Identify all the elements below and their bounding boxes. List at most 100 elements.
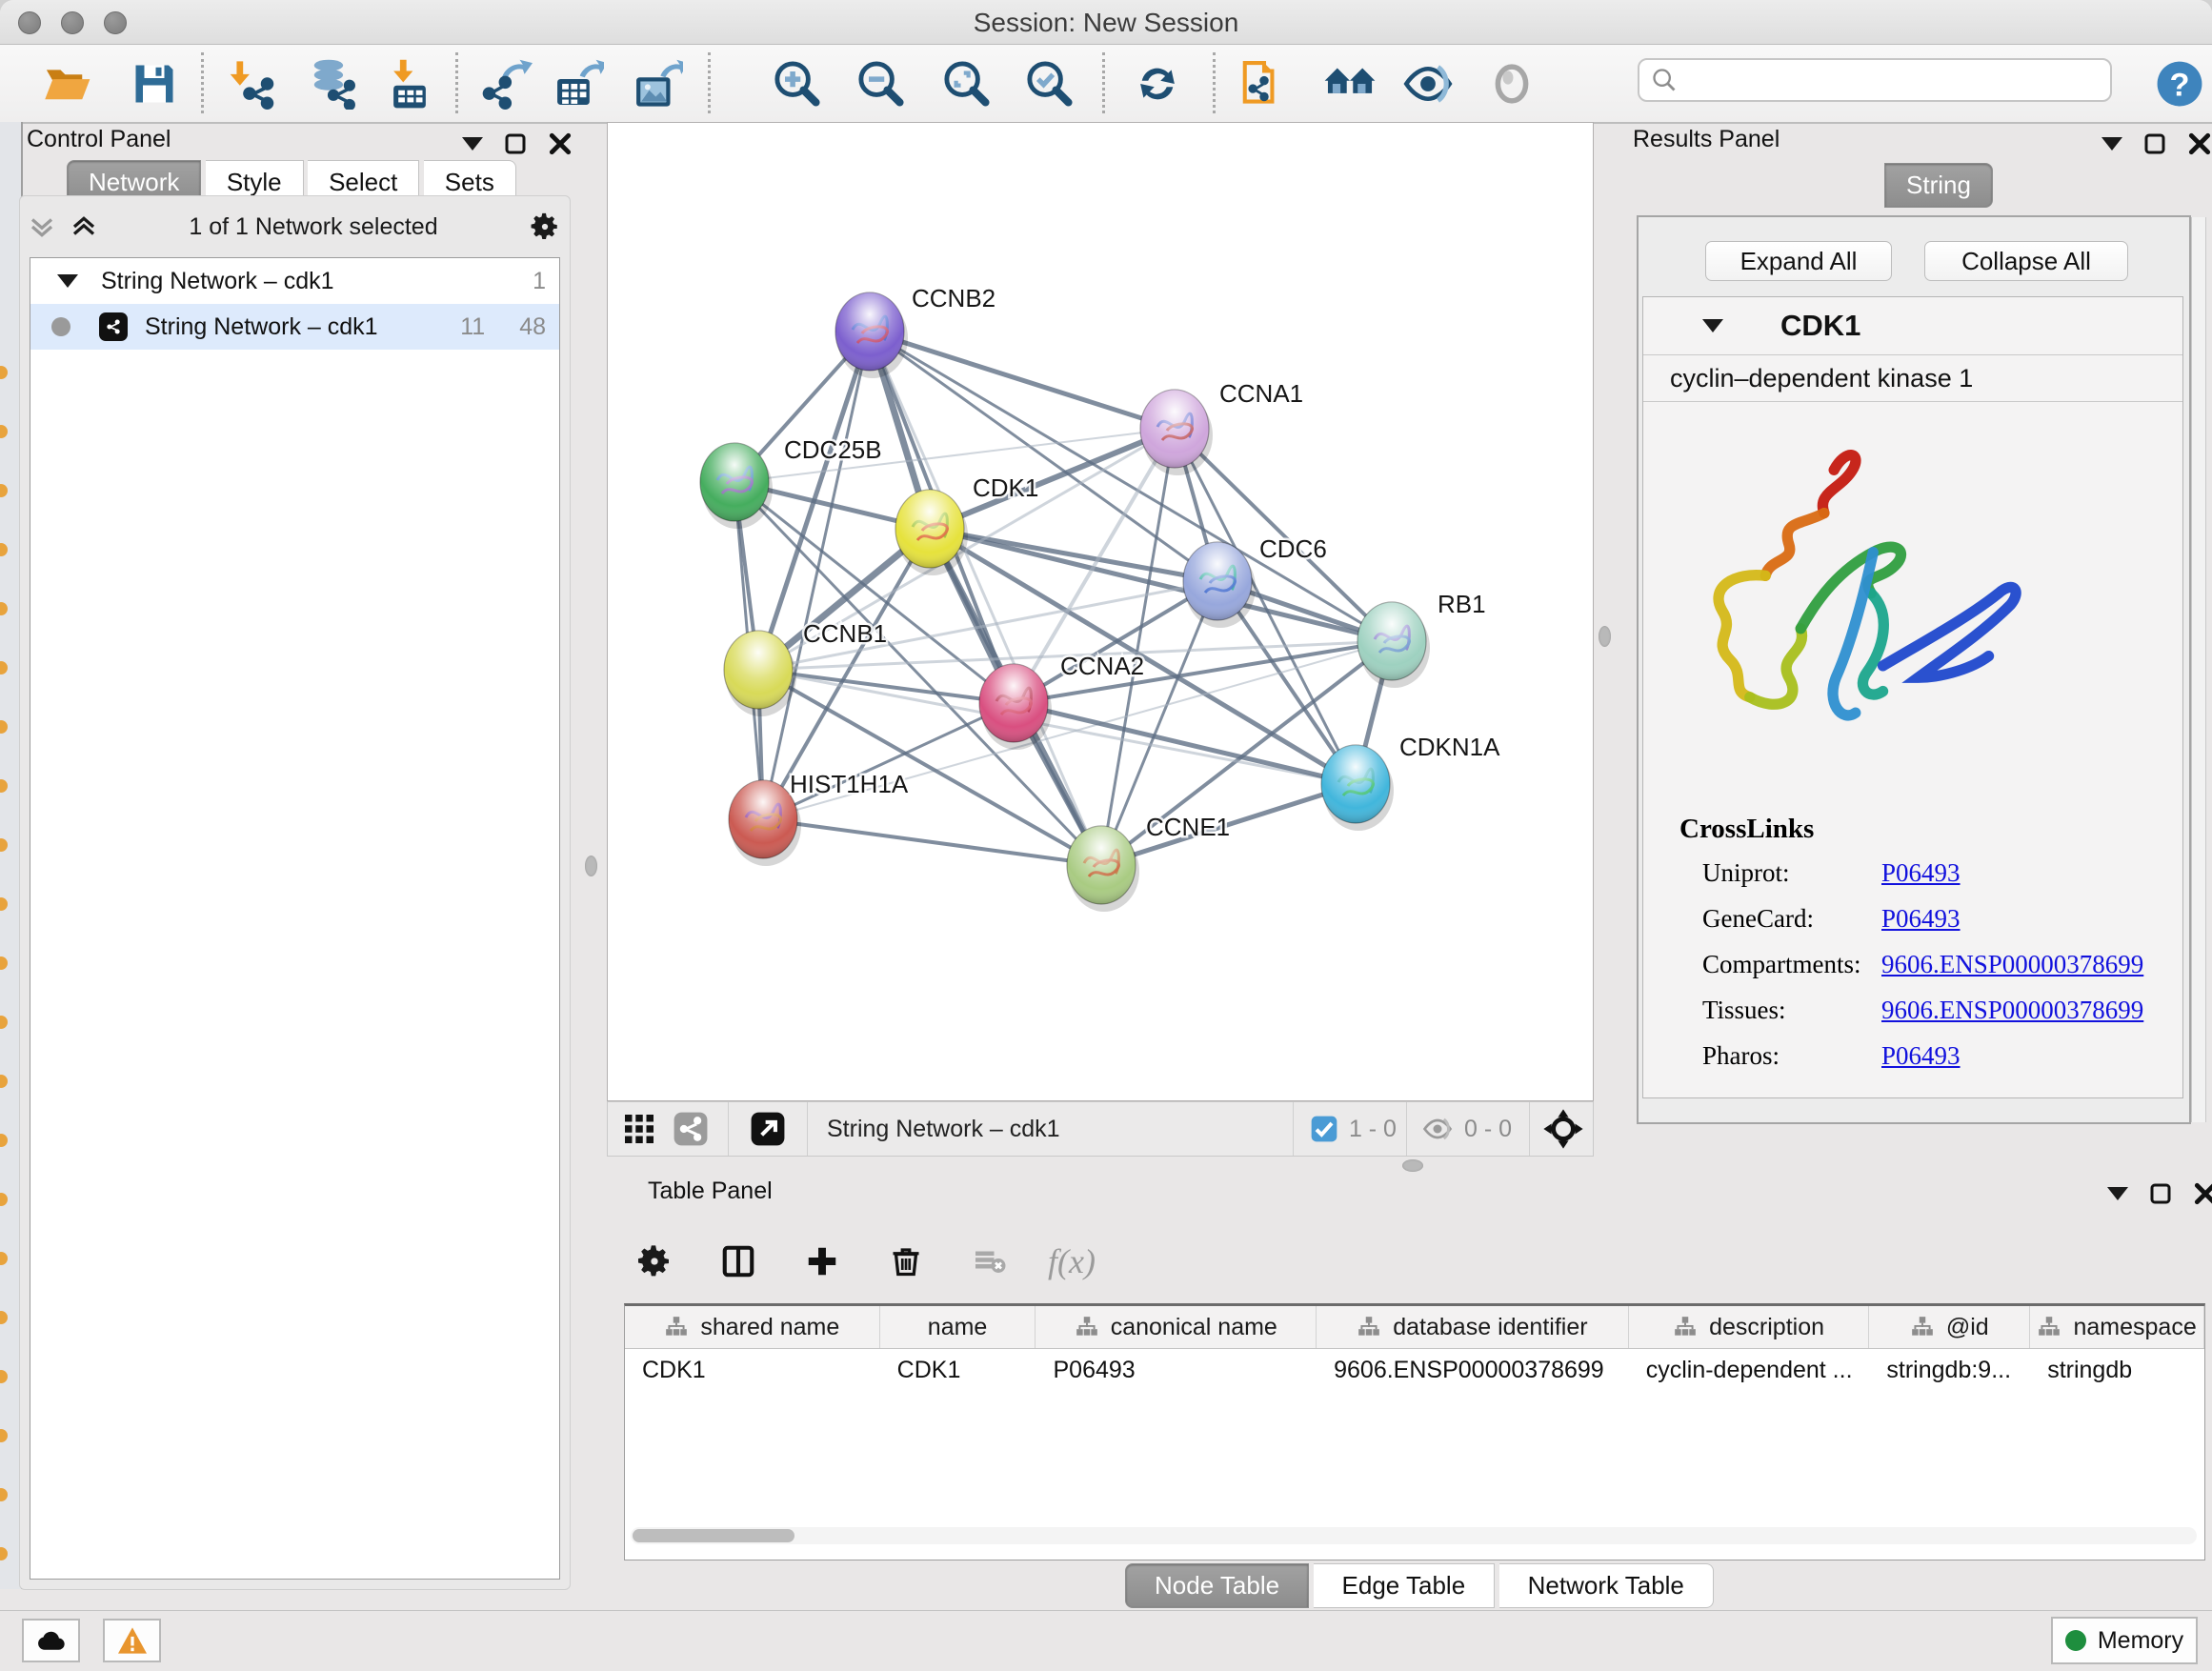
tab-node-table[interactable]: Node Table <box>1125 1563 1309 1608</box>
open-file-button[interactable] <box>39 56 94 111</box>
network-node-CDKN1A[interactable] <box>1321 745 1394 831</box>
search-input[interactable] <box>1678 66 2091 94</box>
splitter-handle[interactable] <box>1402 1159 1423 1172</box>
export-table-button[interactable] <box>551 56 606 111</box>
results-panel-controls <box>2101 131 2212 156</box>
open-in-external-button[interactable] <box>742 1103 794 1155</box>
docked-app-dot <box>0 1252 8 1265</box>
collapse-all-networks-icon[interactable] <box>28 212 56 241</box>
cloud-status-button[interactable] <box>22 1619 80 1662</box>
network-node-CDK1[interactable] <box>895 490 968 575</box>
column-header-description[interactable]: description <box>1629 1306 1870 1348</box>
expand-all-networks-icon[interactable] <box>70 212 98 241</box>
collapse-gene-icon[interactable] <box>1702 319 1723 332</box>
add-column-button[interactable] <box>796 1236 848 1287</box>
memory-label: Memory <box>2098 1627 2183 1655</box>
docked-app-dot <box>0 956 8 970</box>
crosslink-link[interactable]: P06493 <box>1881 1041 1961 1071</box>
help-button[interactable]: ? <box>2152 56 2207 111</box>
crosslink-link[interactable]: 9606.ENSP00000378699 <box>1881 950 2143 979</box>
docked-app-dot <box>0 1370 8 1383</box>
export-network-button[interactable] <box>479 56 534 111</box>
column-header-database-identifier[interactable]: database identifier <box>1317 1306 1629 1348</box>
column-header--id[interactable]: @id <box>1869 1306 2030 1348</box>
network-node-CCNA2[interactable] <box>979 664 1052 750</box>
node-label-CDC25B: CDC25B <box>784 435 882 464</box>
crosslink-link[interactable]: P06493 <box>1881 904 1961 934</box>
toolbar-separator <box>708 52 711 113</box>
show-all-button[interactable] <box>1484 56 1539 111</box>
network-node-RB1[interactable] <box>1357 602 1430 688</box>
panel-menu-icon[interactable] <box>2101 137 2122 151</box>
column-network-icon <box>1075 1315 1099 1339</box>
birdseye-grid-button[interactable] <box>613 1103 665 1155</box>
results-scrollbar[interactable] <box>2191 217 2206 1122</box>
network-view-canvas[interactable]: CCNB2CCNA1CDC25BCDK1CDC6RB1CCNB1CCNA2CDK… <box>607 122 1594 1101</box>
network-collection-row[interactable]: String Network – cdk1 1 <box>30 258 559 304</box>
clipboard-share-button[interactable] <box>1237 56 1292 111</box>
toolbar-separator <box>455 52 458 113</box>
protein-structure-container <box>1643 402 2182 814</box>
panel-menu-icon[interactable] <box>2107 1187 2128 1200</box>
warnings-button[interactable] <box>103 1619 161 1662</box>
network-edge-CCNB1-CCNA2 <box>758 670 1014 703</box>
panel-menu-icon[interactable] <box>462 137 483 151</box>
float-panel-icon[interactable] <box>2143 132 2166 155</box>
table-cell: cyclin-dependent ... <box>1629 1349 1870 1391</box>
zoom-out-button[interactable] <box>854 56 909 111</box>
export-image-button[interactable] <box>630 56 685 111</box>
splitter-handle[interactable] <box>1599 626 1611 647</box>
column-header-label: description <box>1709 1314 1824 1341</box>
import-network-button[interactable] <box>227 56 282 111</box>
splitter-handle[interactable] <box>585 856 597 876</box>
collapse-all-button[interactable]: Collapse All <box>1924 241 2128 281</box>
gene-header[interactable]: CDK1 <box>1643 297 2182 355</box>
crosslink-link[interactable]: 9606.ENSP00000378699 <box>1881 996 2143 1025</box>
import-database-button[interactable] <box>306 56 361 111</box>
tab-network-table[interactable]: Network Table <box>1499 1563 1714 1608</box>
column-header-canonical-name[interactable]: canonical name <box>1036 1306 1317 1348</box>
table-horizontal-scrollbar[interactable] <box>631 1527 2197 1544</box>
import-table-button[interactable] <box>382 56 437 111</box>
network-node-CDC25B[interactable] <box>700 443 773 529</box>
table-row[interactable]: CDK1CDK1P064939606.ENSP00000378699cyclin… <box>625 1349 2204 1391</box>
network-options-gear-icon[interactable] <box>529 211 561 243</box>
fit-content-button[interactable] <box>1538 1103 1589 1155</box>
column-header-name[interactable]: name <box>880 1306 1036 1348</box>
network-row-selected[interactable]: String Network – cdk1 11 48 <box>30 304 559 350</box>
show-columns-button[interactable] <box>713 1236 764 1287</box>
column-header-shared-name[interactable]: shared name <box>625 1306 880 1348</box>
table-options-button[interactable] <box>629 1236 680 1287</box>
docked-app-dot <box>0 838 8 852</box>
expand-all-button[interactable]: Expand All <box>1705 241 1892 281</box>
close-panel-icon[interactable] <box>2187 131 2212 156</box>
table-cell: stringdb:9... <box>1869 1349 2030 1391</box>
network-share-button[interactable] <box>665 1103 716 1155</box>
save-session-button[interactable] <box>127 56 182 111</box>
hide-selection-button[interactable] <box>1400 56 1456 111</box>
column-header-namespace[interactable]: namespace <box>2030 1306 2204 1348</box>
network-node-CCNE1[interactable] <box>1067 826 1139 912</box>
node-label-CCNA2: CCNA2 <box>1060 652 1144 680</box>
tab-edge-table[interactable]: Edge Table <box>1314 1563 1496 1608</box>
network-node-CCNB2[interactable] <box>835 292 908 378</box>
home-pages-button[interactable] <box>1322 56 1377 111</box>
float-panel-icon[interactable] <box>2149 1182 2172 1205</box>
selected-checkbox-icon[interactable] <box>1309 1114 1339 1144</box>
delete-column-button[interactable] <box>880 1236 932 1287</box>
gene-symbol: CDK1 <box>1780 309 1860 343</box>
search-field[interactable] <box>1638 58 2112 102</box>
network-node-CCNA1[interactable] <box>1140 390 1213 475</box>
float-panel-icon[interactable] <box>504 132 527 155</box>
zoom-in-button[interactable] <box>770 56 825 111</box>
tab-string[interactable]: String <box>1884 163 1993 208</box>
zoom-fit-button[interactable] <box>939 56 995 111</box>
table-toolbar: f(x) <box>629 1227 1581 1296</box>
crosslink-link[interactable]: P06493 <box>1881 858 1961 888</box>
import-network-icon <box>229 58 280 110</box>
close-panel-icon[interactable] <box>2193 1181 2212 1206</box>
memory-status-button[interactable]: Memory <box>2051 1617 2198 1664</box>
close-panel-icon[interactable] <box>548 131 573 156</box>
apply-layout-button[interactable] <box>1130 56 1185 111</box>
zoom-selected-button[interactable] <box>1022 56 1077 111</box>
